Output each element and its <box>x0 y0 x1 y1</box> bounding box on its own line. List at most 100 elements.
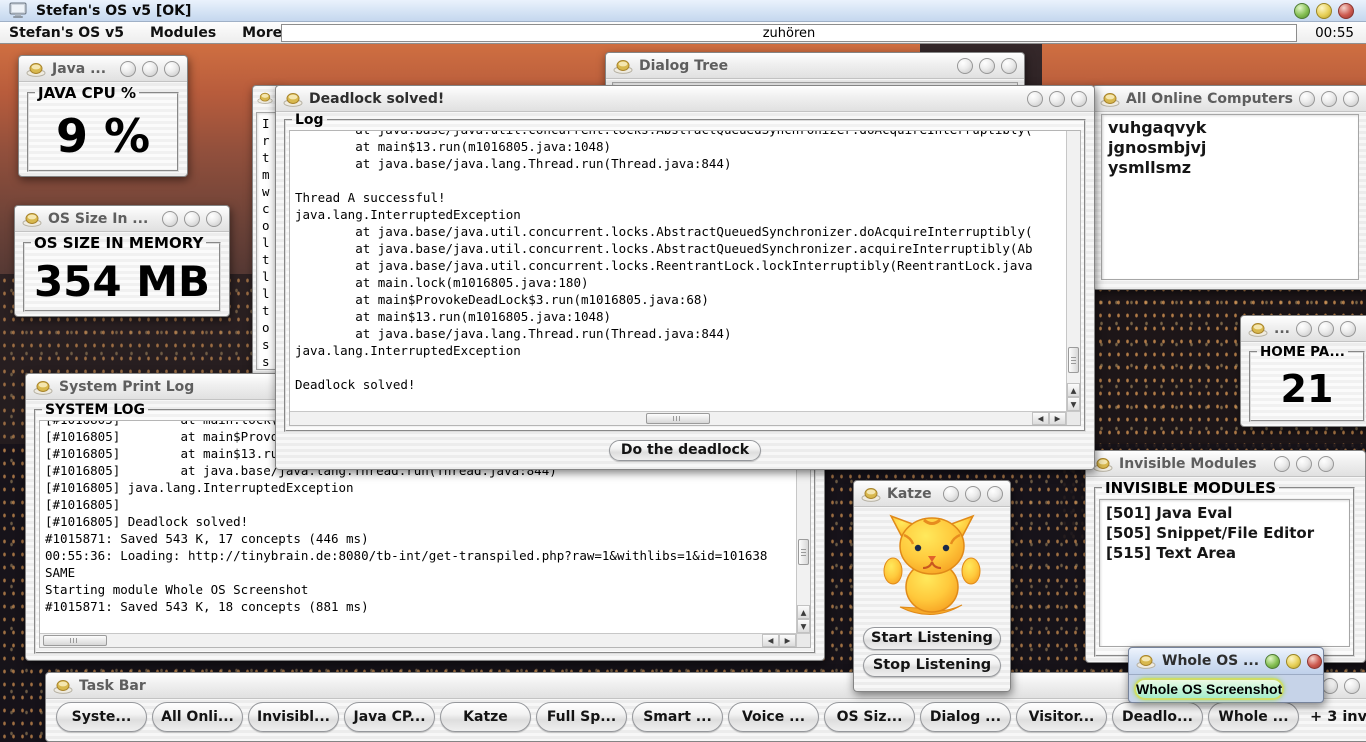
horizontal-scrollbar[interactable]: ◀ ▶ <box>40 633 796 647</box>
scroll-up-button[interactable]: ▲ <box>1067 383 1080 397</box>
window-title-bar[interactable]: OS Size In ... <box>15 206 229 232</box>
window-java-cpu: Java ... JAVA CPU % 9 % <box>18 55 188 177</box>
coffee-icon <box>33 379 53 395</box>
scroll-right-button[interactable]: ▶ <box>779 634 796 647</box>
log-line: at main$13.run(m1016805.java:1048) <box>295 308 1066 325</box>
window-button-2[interactable] <box>184 211 200 227</box>
taskbar-button[interactable]: Whole ... <box>1208 702 1299 732</box>
taskbar-button[interactable]: Katze <box>440 702 531 732</box>
window-button-3[interactable] <box>987 486 1003 502</box>
window-button-1[interactable] <box>1299 91 1315 107</box>
module-list-item[interactable]: [515] Text Area <box>1104 543 1349 563</box>
taskbar-button[interactable]: Full Sp... <box>536 702 627 732</box>
window-all-online-computers: All Online Computers vuhgaqvykjgnosmbjvj… <box>1092 85 1366 290</box>
scrollbar-thumb[interactable] <box>1068 347 1079 373</box>
window-button-2[interactable] <box>1322 678 1338 694</box>
os-window-button-green[interactable] <box>1294 3 1310 19</box>
window-button-red[interactable] <box>1307 654 1322 669</box>
scroll-left-button[interactable]: ◀ <box>762 634 779 647</box>
window-button-yellow[interactable] <box>1286 654 1301 669</box>
menu-modules[interactable]: Modules <box>150 25 216 41</box>
window-title-bar[interactable]: Java ... <box>19 56 187 82</box>
window-button-2[interactable] <box>1296 456 1312 472</box>
window-title-bar[interactable]: Invisible Modules <box>1086 451 1365 477</box>
menu-stefans-os[interactable]: Stefan's OS v5 <box>9 25 124 41</box>
window-button-1[interactable] <box>120 61 136 77</box>
voice-status-input[interactable] <box>281 24 1297 42</box>
computer-list-item[interactable]: vuhgaqvyk <box>1106 118 1358 138</box>
taskbar-button[interactable]: Visitor... <box>1016 702 1107 732</box>
window-button-1[interactable] <box>1296 321 1312 337</box>
taskbar-button[interactable]: Syste... <box>56 702 147 732</box>
window-title-bar[interactable]: Whole OS ... <box>1129 648 1323 675</box>
scroll-down-button[interactable]: ▼ <box>797 619 810 633</box>
do-the-deadlock-button[interactable]: Do the deadlock <box>609 440 761 461</box>
window-button-3[interactable] <box>1001 58 1017 74</box>
menu-more[interactable]: More <box>242 25 282 41</box>
computer-list-item[interactable]: jgnosmbjvj <box>1106 138 1358 158</box>
start-listening-button[interactable]: Start Listening <box>863 627 1001 650</box>
scrollbar-thumb[interactable] <box>798 539 809 565</box>
window-button-3[interactable] <box>1340 321 1356 337</box>
window-button-2[interactable] <box>142 61 158 77</box>
scrollbar-thumb[interactable] <box>43 635 107 646</box>
window-button-green[interactable] <box>1265 654 1280 669</box>
os-window-button-red[interactable] <box>1338 3 1354 19</box>
window-button-1[interactable] <box>1027 91 1043 107</box>
scroll-down-button[interactable]: ▼ <box>1067 397 1080 411</box>
window-title-bar[interactable]: Katze <box>854 481 1010 507</box>
taskbar-button[interactable]: Smart ... <box>632 702 723 732</box>
window-button-3[interactable] <box>1318 456 1334 472</box>
window-title-bar[interactable]: ... <box>1241 316 1366 342</box>
window-button-1[interactable] <box>957 58 973 74</box>
taskbar-button[interactable]: All Onli... <box>152 702 243 732</box>
computer-list-item[interactable]: ysmllsmz <box>1106 158 1358 178</box>
taskbar-button[interactable]: OS Siz... <box>824 702 915 732</box>
deadlock-log-group: Log at java.base/java.util.concurrent.lo… <box>284 112 1086 432</box>
window-title-bar[interactable]: Dialog Tree <box>606 53 1024 79</box>
horizontal-scrollbar[interactable]: ◀ ▶ <box>290 411 1066 425</box>
scrollbar-thumb[interactable] <box>646 413 710 424</box>
window-button-2[interactable] <box>1318 321 1334 337</box>
window-button-3[interactable] <box>164 61 180 77</box>
log-line: at main$ProvokeDeadLock$3.run(m1016805.j… <box>295 291 1066 308</box>
scroll-right-button[interactable]: ▶ <box>1049 412 1066 425</box>
window-button-1[interactable] <box>162 211 178 227</box>
window-button-3[interactable] <box>1344 678 1360 694</box>
scroll-left-button[interactable]: ◀ <box>1032 412 1049 425</box>
window-button-2[interactable] <box>965 486 981 502</box>
window-title-bar[interactable]: Deadlock solved! <box>276 86 1094 112</box>
stop-listening-button[interactable]: Stop Listening <box>863 654 1001 677</box>
window-button-1[interactable] <box>943 486 959 502</box>
module-list-item[interactable]: [501] Java Eval <box>1104 503 1349 523</box>
taskbar-button[interactable]: Dialog ... <box>920 702 1011 732</box>
vertical-scrollbar[interactable]: ▲ ▼ <box>1066 131 1080 411</box>
window-button-1[interactable] <box>1274 456 1290 472</box>
window-os-size: OS Size In ... OS SIZE IN MEMORY 354 MB <box>14 205 230 317</box>
taskbar-button[interactable]: Invisibl... <box>248 702 339 732</box>
module-list-item[interactable]: [505] Snippet/File Editor <box>1104 523 1349 543</box>
screen: Stefan's OS v5 [OK] Stefan's OS v5 Modul… <box>0 0 1366 742</box>
deadlock-log-text-area[interactable]: at java.base/java.util.concurrent.locks.… <box>289 130 1081 426</box>
scrollbar-corner <box>796 633 810 647</box>
window-title-bar[interactable]: All Online Computers <box>1093 86 1366 112</box>
os-window-button-yellow[interactable] <box>1316 3 1332 19</box>
scroll-up-button[interactable]: ▲ <box>797 605 810 619</box>
window-title: Deadlock solved! <box>309 91 444 107</box>
log-line: [#1016805] java.lang.InterruptedExceptio… <box>45 479 796 496</box>
taskbar-button[interactable]: Java CP... <box>344 702 435 732</box>
log-line <box>295 172 1066 189</box>
taskbar-button[interactable]: Deadlo... <box>1112 702 1203 732</box>
window-button-3[interactable] <box>1343 91 1359 107</box>
log-line: at java.base/java.util.concurrent.locks.… <box>295 240 1066 257</box>
coffee-icon <box>53 678 73 694</box>
whole-os-screenshot-button[interactable]: Whole OS Screenshot <box>1134 678 1284 700</box>
window-button-3[interactable] <box>206 211 222 227</box>
window-button-2[interactable] <box>979 58 995 74</box>
window-button-3[interactable] <box>1071 91 1087 107</box>
taskbar-button[interactable]: Voice ... <box>728 702 819 732</box>
os-size-value: 354 MB <box>28 253 216 306</box>
window-button-2[interactable] <box>1321 91 1337 107</box>
window-button-2[interactable] <box>1049 91 1065 107</box>
os-size-group: OS SIZE IN MEMORY 354 MB <box>23 234 221 312</box>
